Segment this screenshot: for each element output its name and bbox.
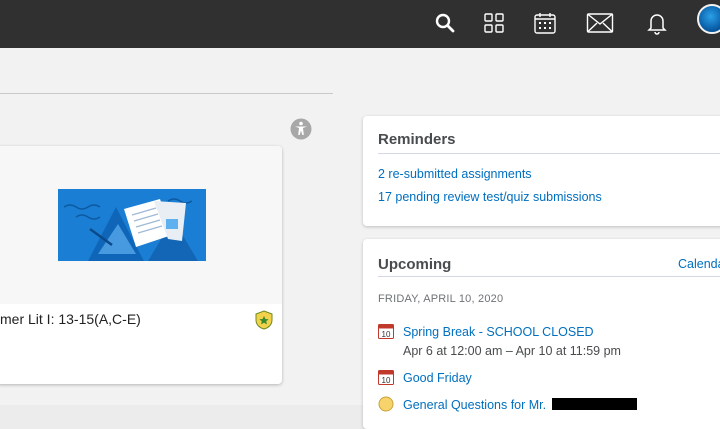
course-thumbnail[interactable]	[58, 189, 206, 261]
calendar-icon[interactable]	[528, 6, 562, 40]
top-navbar	[0, 0, 720, 48]
widget-divider	[378, 276, 720, 277]
svg-text:10: 10	[382, 330, 391, 339]
avatar[interactable]	[697, 4, 720, 34]
calendar-link[interactable]: Calenda	[678, 257, 720, 271]
course-card[interactable]: mer Lit I: 13-15(A,C-E)	[0, 146, 282, 384]
reminder-link-pending[interactable]: 17 pending review test/quiz submissions	[378, 190, 602, 204]
upcoming-title: Upcoming	[378, 256, 452, 273]
course-title[interactable]: mer Lit I: 13-15(A,C-E)	[0, 311, 141, 327]
mail-icon[interactable]	[583, 6, 617, 40]
upcoming-widget: Upcoming Calenda FRIDAY, APRIL 10, 2020 …	[363, 239, 720, 429]
event-general-questions[interactable]: General Questions for Mr.	[403, 398, 546, 412]
widget-divider	[378, 153, 720, 154]
event-spring-break-time: Apr 6 at 12:00 am – Apr 10 at 11:59 pm	[403, 344, 621, 358]
reminder-link-resubmitted[interactable]: 2 re-submitted assignments	[378, 167, 532, 181]
redaction-bar	[552, 398, 637, 410]
event-calendar-icon: 10	[378, 369, 394, 385]
badge-icon	[255, 310, 273, 330]
event-good-friday[interactable]: Good Friday	[403, 371, 472, 385]
reminders-widget: Reminders 2 re-submitted assignments 17 …	[363, 116, 720, 226]
reminders-title: Reminders	[378, 131, 456, 148]
date-header: FRIDAY, APRIL 10, 2020	[378, 293, 504, 305]
section-divider	[0, 93, 333, 94]
search-icon[interactable]	[428, 6, 462, 40]
event-calendar-icon: 10	[378, 323, 394, 339]
course-image-area	[0, 146, 282, 304]
discussion-icon	[378, 396, 394, 412]
bell-icon[interactable]	[640, 6, 674, 40]
event-spring-break[interactable]: Spring Break - SCHOOL CLOSED	[403, 325, 594, 339]
grid-icon[interactable]	[477, 6, 511, 40]
svg-text:10: 10	[382, 376, 391, 385]
accessibility-icon[interactable]	[290, 118, 312, 140]
